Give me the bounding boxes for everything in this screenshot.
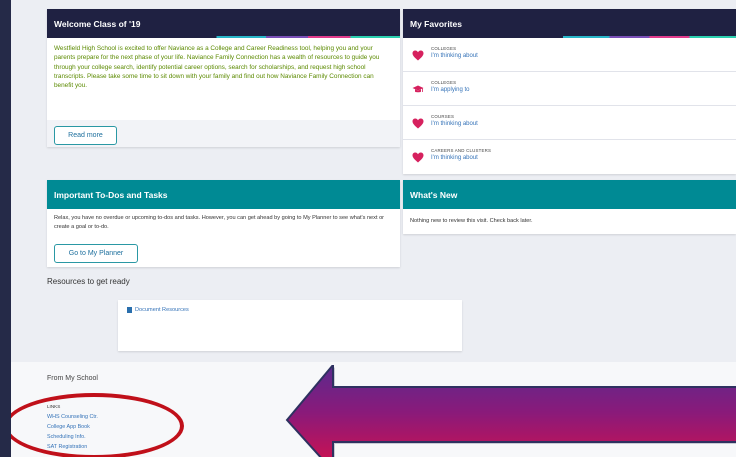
heart-icon [412, 50, 424, 61]
welcome-footer: Read more [47, 120, 400, 147]
favorite-category: COLLEGES [431, 46, 457, 51]
favorite-item[interactable]: COLLEGES I'm applying to [403, 72, 736, 106]
todos-text: Relax, you have no overdue or upcoming t… [54, 215, 385, 230]
welcome-header: Welcome Class of '19 [47, 9, 400, 38]
favorites-header: My Favorites [403, 9, 736, 38]
favorite-link[interactable]: I'm thinking about [431, 155, 736, 161]
heart-icon [412, 118, 424, 129]
todos-header: Important To-Dos and Tasks [47, 180, 400, 209]
resources-title: Resources to get ready [47, 277, 130, 286]
annotation-arrow [285, 365, 736, 457]
welcome-title: Welcome Class of '19 [54, 19, 141, 29]
resources-card: Document Resources [118, 300, 462, 351]
document-icon [127, 307, 132, 313]
favorite-link[interactable]: I'm thinking about [431, 121, 736, 127]
favorite-item[interactable]: CAREERS AND CLUSTERS I'm thinking about [403, 140, 736, 174]
document-resources-link[interactable]: Document Resources [127, 307, 462, 313]
favorite-category: COLLEGES [431, 80, 457, 85]
whats-new-card: What's New Nothing new to review this vi… [403, 180, 736, 234]
welcome-text: Westfield High School is excited to offe… [54, 45, 380, 90]
favorite-item[interactable]: COURSES I'm thinking about [403, 106, 736, 140]
favorite-item[interactable]: COLLEGES I'm thinking about [403, 38, 736, 72]
favorite-link[interactable]: I'm thinking about [431, 53, 736, 59]
from-my-school-title: From My School [47, 375, 98, 382]
favorites-title: My Favorites [410, 19, 462, 29]
todos-title: Important To-Dos and Tasks [54, 190, 168, 200]
favorite-category: CAREERS AND CLUSTERS [431, 148, 492, 153]
heart-icon [412, 152, 424, 163]
todos-card: Important To-Dos and Tasks Relax, you ha… [47, 180, 400, 267]
favorite-link[interactable]: I'm applying to [431, 87, 736, 93]
page-frame: Welcome Class of '19 Westfield High Scho… [11, 0, 736, 457]
welcome-card: Welcome Class of '19 Westfield High Scho… [47, 9, 400, 147]
graduation-cap-icon [412, 85, 424, 93]
header-stripe [47, 36, 400, 38]
whats-new-title: What's New [410, 190, 458, 200]
whats-new-text: Nothing new to review this visit. Check … [410, 218, 533, 224]
favorites-list: COLLEGES I'm thinking about COLLEGES I'm… [403, 38, 736, 174]
go-to-planner-button[interactable]: Go to My Planner [54, 244, 138, 263]
read-more-button[interactable]: Read more [54, 126, 117, 145]
favorites-card: My Favorites COLLEGES I'm thinking about… [403, 9, 736, 174]
annotation-ellipse [11, 393, 184, 457]
favorite-category: COURSES [431, 114, 455, 119]
whats-new-header: What's New [403, 180, 736, 209]
document-resources-label[interactable]: Document Resources [135, 307, 189, 313]
